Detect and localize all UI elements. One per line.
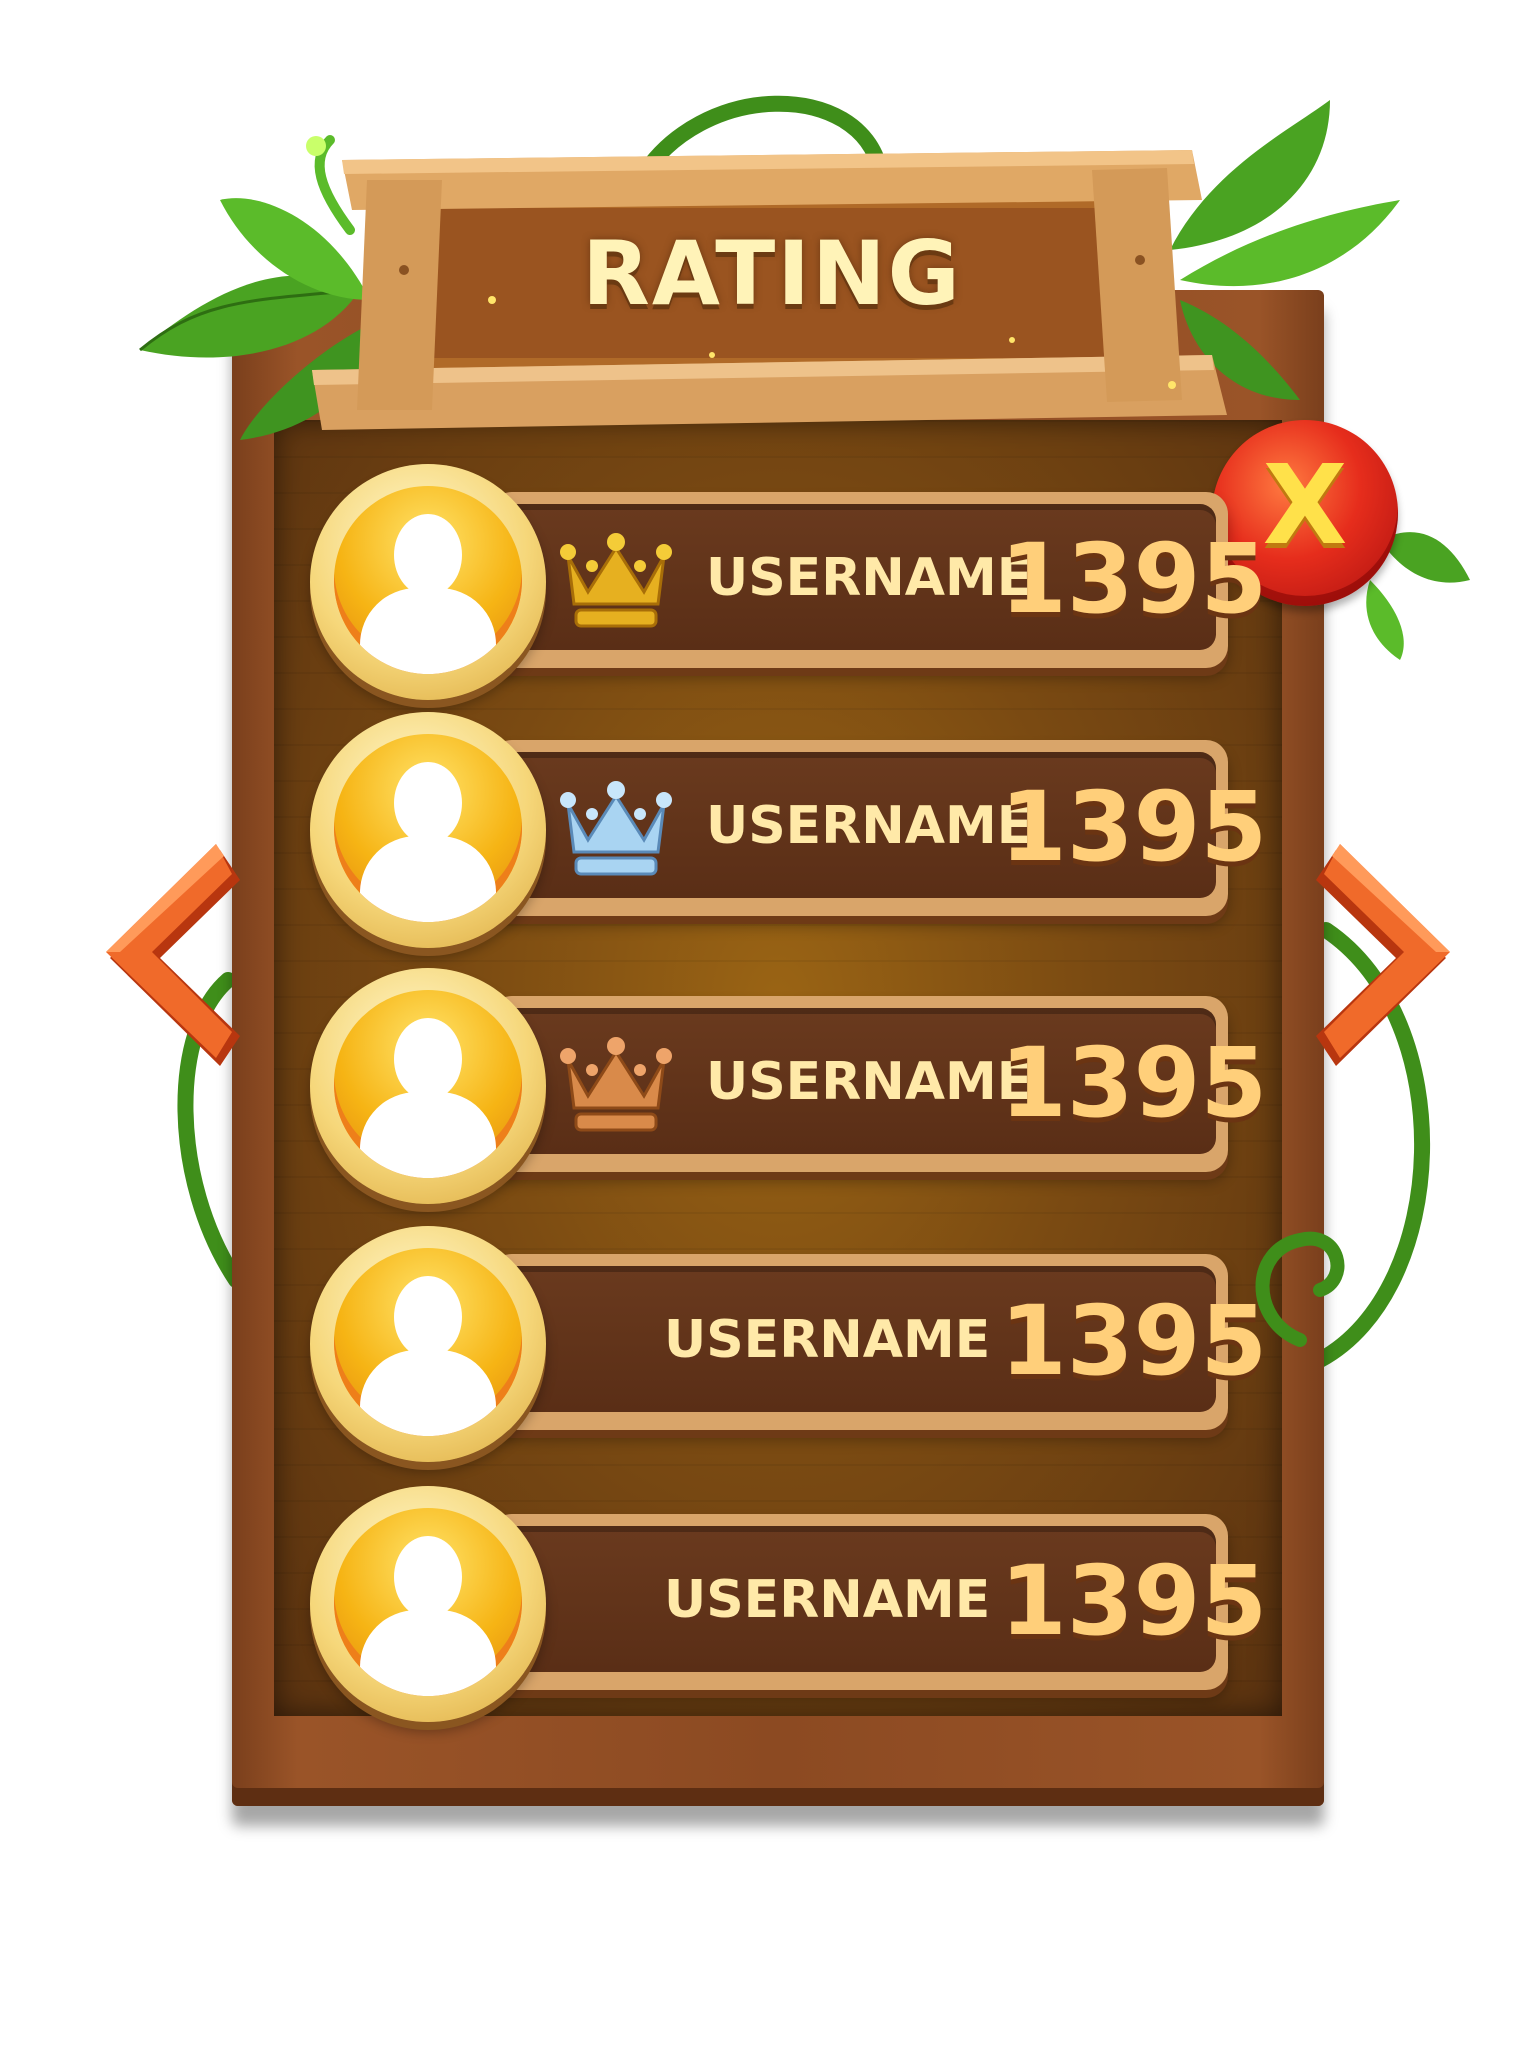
score: 1395 (1000, 1545, 1268, 1657)
silver-crown-icon (560, 781, 672, 876)
avatar (310, 1486, 546, 1722)
username: USERNAME (664, 1310, 991, 1370)
avatar (310, 968, 546, 1204)
avatar (310, 1226, 546, 1462)
username: USERNAME (706, 1052, 1033, 1112)
user-icon (394, 514, 462, 596)
gold-crown-icon (560, 533, 672, 628)
username: USERNAME (706, 796, 1033, 856)
score: 1395 (1000, 771, 1268, 883)
leaderboard-row-1[interactable]: USERNAME 1395 (310, 464, 1268, 700)
user-icon (394, 1018, 462, 1100)
leaderboard-row-4[interactable]: USERNAME 1395 (310, 1226, 1268, 1462)
avatar (310, 712, 546, 948)
rating-screen: RATING X USERNAME 1395 USERNAME 1395 USE… (0, 0, 1536, 2048)
leaderboard-row-3[interactable]: USERNAME 1395 (310, 968, 1268, 1204)
avatar (310, 464, 546, 700)
username: USERNAME (706, 548, 1033, 608)
username: USERNAME (664, 1570, 991, 1630)
score: 1395 (1000, 1027, 1268, 1139)
user-icon (394, 1536, 462, 1618)
leaderboard-row-2[interactable]: USERNAME 1395 (310, 712, 1268, 948)
leaderboard-list: USERNAME 1395 USERNAME 1395 USERNAME 139… (0, 0, 1536, 2048)
score: 1395 (1000, 523, 1268, 635)
user-icon (394, 762, 462, 844)
user-icon (394, 1276, 462, 1358)
score: 1395 (1000, 1285, 1268, 1397)
leaderboard-row-5[interactable]: USERNAME 1395 (310, 1486, 1268, 1722)
bronze-crown-icon (560, 1037, 672, 1132)
